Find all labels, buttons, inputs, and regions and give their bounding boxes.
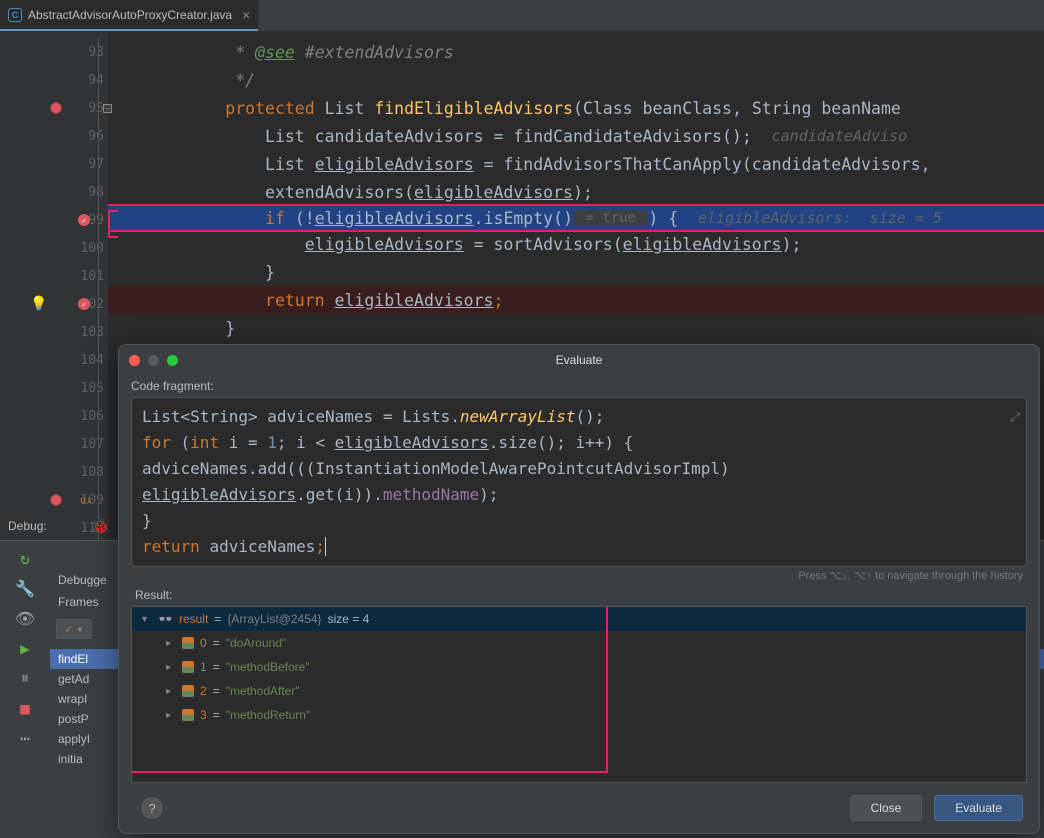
gutter: 939495−96979899✓100101102✓💡1031041051061… — [0, 32, 108, 539]
help-icon[interactable]: ? — [141, 797, 163, 819]
close-icon[interactable]: × — [242, 7, 250, 23]
result-tree[interactable]: ▾ 👓 result = {ArrayList@2454} size = 4 ▸… — [131, 606, 1027, 783]
settings-icon[interactable]: 🔧 — [16, 579, 34, 597]
thread-dropdown[interactable]: ✓ ▾ — [56, 619, 92, 639]
bug-icon: 🐞 — [86, 519, 115, 535]
tab-filename: AbstractAdvisorAutoProxyCreator.java — [28, 8, 232, 22]
history-hint: Press ⌥↓, ⌥↑ to navigate through the his… — [119, 567, 1039, 584]
expand-icon[interactable]: ⤢ — [1010, 404, 1020, 430]
result-item[interactable]: ▸ 1 = "methodBefore" — [132, 655, 1026, 679]
code-fragment-input[interactable]: ⤢ List<String> adviceNames = Lists.newAr… — [131, 397, 1027, 567]
pause-icon[interactable]: ⏸ — [16, 669, 34, 687]
window-zoom-icon[interactable] — [167, 355, 178, 366]
stop-icon[interactable]: ■ — [16, 699, 34, 717]
debug-toolbar: ↻ 🔧 👁 ▶ ⏸ ■ ⋯ — [0, 541, 50, 838]
close-button[interactable]: Close — [850, 795, 923, 821]
dialog-titlebar[interactable]: Evaluate — [119, 345, 1039, 375]
result-item[interactable]: ▸ 2 = "methodAfter" — [132, 679, 1026, 703]
editor-tab-bar: C AbstractAdvisorAutoProxyCreator.java × — [0, 0, 1044, 32]
window-minimize-icon[interactable] — [148, 355, 159, 366]
view-breakpoints-icon[interactable]: 👁 — [16, 609, 34, 627]
result-item[interactable]: ▸ 3 = "methodReturn" — [132, 703, 1026, 727]
glasses-icon: 👓 — [158, 612, 173, 626]
debug-label: Debug: — [8, 519, 47, 533]
result-item[interactable]: ▸ 0 = "doAround" — [132, 631, 1026, 655]
rerun-icon[interactable]: ↻ — [16, 549, 34, 567]
resume-icon[interactable]: ▶ — [16, 639, 34, 657]
evaluate-dialog: Evaluate Code fragment: ⤢ List<String> a… — [118, 344, 1040, 834]
code-fragment-label: Code fragment: — [119, 375, 1039, 397]
window-close-icon[interactable] — [129, 355, 140, 366]
editor-tab[interactable]: C AbstractAdvisorAutoProxyCreator.java × — [0, 0, 258, 31]
dialog-title: Evaluate — [556, 353, 603, 367]
more-icon[interactable]: ⋯ — [16, 729, 34, 747]
chevron-down-icon[interactable]: ▾ — [142, 614, 152, 625]
annotation-box-left — [108, 210, 118, 238]
java-class-icon: C — [8, 8, 22, 22]
result-root-row[interactable]: ▾ 👓 result = {ArrayList@2454} size = 4 — [132, 607, 1026, 631]
result-label: Result: — [119, 584, 1039, 606]
evaluate-button[interactable]: Evaluate — [934, 795, 1023, 821]
dialog-footer: ? Close Evaluate — [119, 783, 1039, 833]
